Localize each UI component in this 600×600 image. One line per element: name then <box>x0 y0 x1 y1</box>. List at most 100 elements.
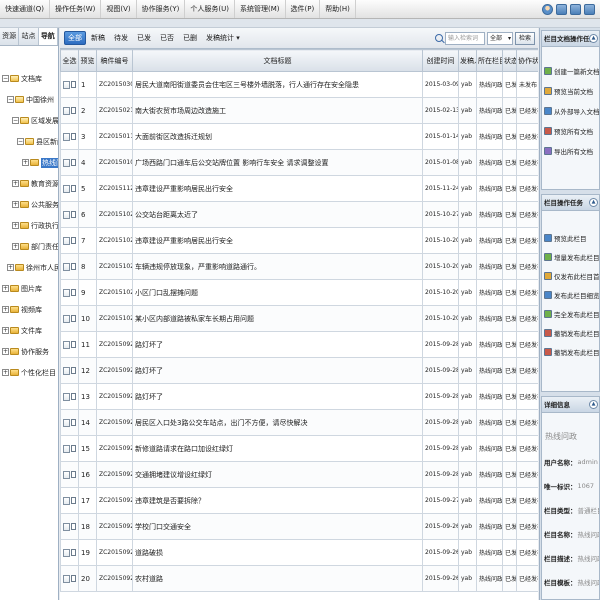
filter-tab[interactable]: 待发 <box>110 31 132 45</box>
collapse-icon[interactable]: − <box>17 138 24 145</box>
row-checkbox[interactable] <box>63 132 70 141</box>
row-select-cell[interactable] <box>60 357 79 384</box>
refresh-icon[interactable] <box>556 3 567 15</box>
table-row[interactable]: 1ZC20150309850居民大道南阳街道委员会住宅区三号楼外墙脱落，行人通行… <box>60 71 538 98</box>
column-header[interactable]: 所在栏目 <box>476 49 503 72</box>
document-title-link[interactable]: 农村道路 <box>135 575 163 583</box>
table-row[interactable]: 14ZC20150928080居民区入口处3路公交车站点，出门不方便，请尽快解决… <box>60 409 538 436</box>
row-number[interactable]: 6 <box>78 201 97 228</box>
table-row[interactable]: 16ZC20150928094交通拥堵建议增设红绿灯 2015-09-28 19y… <box>60 461 538 488</box>
menu-item[interactable]: 帮助(H) <box>320 0 356 18</box>
task-item[interactable]: 创建一篇新文档 <box>542 61 599 81</box>
row-number[interactable]: 5 <box>78 175 97 202</box>
task-item[interactable]: 从外部导入文档 <box>542 101 599 121</box>
menu-item[interactable]: 系统管理(M) <box>235 0 286 18</box>
row-checkbox[interactable] <box>63 574 70 583</box>
tree-item[interactable]: + 行政执行公示清单 <box>0 215 58 236</box>
column-header[interactable]: 创建时间 <box>422 49 459 72</box>
table-row[interactable]: 18ZC20150926532学校门口交通安全 2015-09-26 09yab热… <box>60 513 538 540</box>
row-checkbox[interactable] <box>63 288 70 297</box>
row-checkbox[interactable] <box>63 496 70 505</box>
row-select-cell[interactable] <box>60 383 79 410</box>
row-checkbox[interactable] <box>63 392 70 401</box>
table-row[interactable]: 5ZC20151124790违章建设严重影响居民出行安全 2015-11-24 1… <box>60 175 538 202</box>
row-select-cell[interactable] <box>60 435 79 462</box>
menu-item[interactable]: 视图(V) <box>101 0 137 18</box>
expand-icon[interactable]: + <box>12 201 19 208</box>
table-row[interactable]: 6ZC20151027355公交站台距离太近了 2015-10-27 22yab热… <box>60 201 538 228</box>
row-select-cell[interactable] <box>60 409 79 436</box>
tree-item[interactable]: + 个性化栏目 <box>0 362 58 383</box>
document-title-link[interactable]: 居民大道南阳街道委员会住宅区三号楼外墙脱落，行人通行存在安全隐患 <box>135 81 359 89</box>
row-select-cell[interactable] <box>60 123 79 150</box>
row-select-cell[interactable] <box>60 305 79 332</box>
row-select-cell[interactable] <box>60 331 79 358</box>
document-title-link[interactable]: 路灯坏了 <box>135 341 163 349</box>
row-number[interactable]: 17 <box>78 487 97 514</box>
row-number[interactable]: 7 <box>78 227 97 254</box>
row-checkbox[interactable] <box>63 340 70 349</box>
document-title-link[interactable]: 违章建筑是否要拆除？ <box>135 497 205 505</box>
column-header[interactable]: 协作状态 <box>516 49 538 72</box>
row-number[interactable]: 19 <box>78 539 97 566</box>
row-select-cell[interactable] <box>60 149 79 176</box>
tree-item[interactable]: + 徐州市人民政府信息公开 <box>0 257 58 278</box>
row-select-cell[interactable] <box>60 175 79 202</box>
expand-icon[interactable]: + <box>12 180 19 187</box>
search-input[interactable] <box>444 31 485 45</box>
task-item[interactable]: 仅发布此栏目首页 <box>542 266 599 285</box>
filter-tab[interactable]: 已发 <box>133 31 155 45</box>
expand-icon[interactable]: + <box>2 369 9 376</box>
row-checkbox[interactable] <box>63 314 70 323</box>
document-title-link[interactable]: 南大街农贸市场周边改造施工 <box>135 107 226 115</box>
row-number[interactable]: 16 <box>78 461 97 488</box>
row-number[interactable]: 2 <box>78 97 97 124</box>
task-item[interactable]: 导出所有文档 <box>542 141 599 161</box>
document-title-link[interactable]: 居民区入口处3路公交车站点，出门不方便，请尽快解决 <box>135 419 307 427</box>
column-header[interactable]: 预览 <box>78 49 97 72</box>
row-select-cell[interactable] <box>60 253 79 280</box>
row-select-cell[interactable] <box>60 227 79 254</box>
document-title-link[interactable]: 路灯坏了 <box>135 367 163 375</box>
column-header[interactable]: 全选 <box>60 49 79 72</box>
tree-item[interactable]: + 视频库 <box>0 299 58 320</box>
row-checkbox[interactable] <box>63 80 70 89</box>
table-row[interactable]: 12ZC20150928046路灯坏了 2015-09-28 10yab热线问政已… <box>60 357 538 384</box>
row-select-cell[interactable] <box>60 487 79 514</box>
task-item[interactable]: 预览所有文档 <box>542 121 599 141</box>
collapse-icon[interactable]: − <box>12 117 19 124</box>
table-row[interactable]: 19ZC20150926017道路破损 2015-09-26 06yab热线问政已… <box>60 539 538 566</box>
expand-icon[interactable]: + <box>12 243 19 250</box>
tree-item[interactable]: + 图片库 <box>0 278 58 299</box>
row-checkbox[interactable] <box>63 184 70 193</box>
row-select-cell[interactable] <box>60 97 79 124</box>
left-tab[interactable]: 站点 <box>19 28 39 45</box>
row-select-cell[interactable] <box>60 513 79 540</box>
row-number[interactable]: 10 <box>78 305 97 332</box>
collapse-icon[interactable]: ▲ <box>589 198 598 207</box>
collapse-icon[interactable]: ▲ <box>589 34 598 43</box>
row-select-cell[interactable] <box>60 279 79 306</box>
row-number[interactable]: 8 <box>78 253 97 280</box>
table-row[interactable]: 9ZC20151020861小区门口乱摆摊问题 2015-10-20 09yab热… <box>60 279 538 306</box>
row-number[interactable]: 9 <box>78 279 97 306</box>
document-title-link[interactable]: 车辆违规停放现象，严重影响道路通行。 <box>135 263 261 271</box>
row-checkbox[interactable] <box>63 210 70 219</box>
collapse-icon[interactable]: ▲ <box>589 400 598 409</box>
row-checkbox[interactable] <box>63 444 70 453</box>
table-row[interactable]: 2ZC20150213874南大街农贸市场周边改造施工 2015-02-13 21… <box>60 97 538 124</box>
row-number[interactable]: 11 <box>78 331 97 358</box>
help-icon[interactable] <box>570 3 581 15</box>
row-number[interactable]: 13 <box>78 383 97 410</box>
tree-item[interactable]: + 教育资源 <box>0 173 58 194</box>
expand-icon[interactable]: + <box>7 264 14 271</box>
task-item[interactable]: 撤销发布此栏目首页 <box>542 342 599 361</box>
tree-item[interactable]: + 文件库 <box>0 320 58 341</box>
tree-item[interactable]: + 公共服务 <box>0 194 58 215</box>
document-title-link[interactable]: 广场西路门口通车后公交站牌位置 影响行车安全 请求调整设置 <box>135 159 328 167</box>
table-row[interactable]: 13ZC20150928048路灯坏了 2015-09-28 10yab热线问政已… <box>60 383 538 410</box>
collapse-icon[interactable]: − <box>7 96 14 103</box>
expand-icon[interactable]: + <box>2 306 9 313</box>
logout-icon[interactable] <box>584 3 595 15</box>
document-title-link[interactable]: 违章建设严重影响居民出行安全 <box>135 237 233 245</box>
